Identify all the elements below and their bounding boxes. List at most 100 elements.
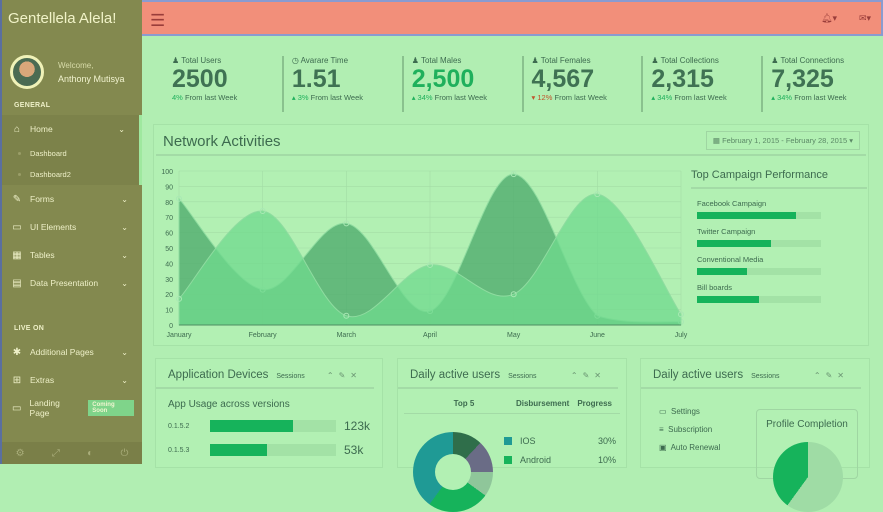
tile-footer: ▴ 34% From last Week (771, 93, 847, 102)
user-name: Anthony Mutisya (58, 73, 125, 84)
tile-footer: ▴ 34% From last Week (411, 93, 488, 102)
label: UI Elements (30, 222, 77, 232)
campaign-label: Twitter Campaign (697, 227, 756, 236)
user-icon: ♟ (531, 56, 539, 65)
tile-3: ♟ Total Females 4,567 ▾ 12% From last We… (524, 56, 644, 112)
tile-2: ♟ Total Males 2,500 ▴ 34% From last Week (404, 56, 524, 112)
panel-title: Network Activities (163, 133, 281, 150)
menu-toggle-icon[interactable]: ☰ (150, 11, 165, 31)
campaign-progress (697, 240, 821, 247)
campaign-label: Bill boards (697, 283, 733, 292)
x-tick-label: January (167, 332, 192, 339)
usage-bar (210, 420, 336, 432)
fullscreen-icon[interactable]: ⤢ (52, 448, 60, 459)
x-tick-label: April (423, 332, 437, 339)
y-tick-label: 10 (165, 308, 173, 315)
sidebar-item-dashboard[interactable]: Dashboard (2, 143, 142, 164)
sidebar-item-additional-pages[interactable]: ✱ Additional Pages ⌄ (2, 338, 142, 366)
sidebar: Gentellela Alela! Welcome, Anthony Mutisy… (0, 0, 142, 464)
bell-icon[interactable]: 🔔︎▾ (821, 13, 837, 24)
sidebar-item-data-presentation[interactable]: ▤ Data Presentation ⌄ (2, 269, 142, 297)
label: Data Presentation (30, 278, 99, 288)
gear-icon[interactable]: ⚙ (16, 448, 25, 459)
label: Extras (30, 375, 55, 385)
item-icon: ▭ (659, 407, 667, 416)
panel-subtitle: Sessions (276, 373, 305, 380)
date-range-picker[interactable]: ▦ February 1, 2015 - February 28, 2015 ▾ (705, 131, 860, 150)
home-icon: ⌂ (13, 123, 21, 135)
avatar (10, 55, 44, 89)
label: Landing Page (29, 398, 60, 418)
panel-tools[interactable]: ⌃✎✕ (814, 371, 849, 380)
x-tick-label: March (337, 332, 357, 339)
y-tick-label: 20 (165, 292, 173, 299)
chevron-down-icon: ⌄ (121, 194, 128, 204)
power-icon[interactable]: ⏻ (120, 448, 128, 459)
calendar-icon: ▦ (712, 136, 723, 145)
sidebar-item-ui-elements[interactable]: ▭ UI Elements ⌄ (2, 213, 142, 241)
panel-tools[interactable]: ⌃✎✕ (327, 371, 362, 380)
x-tick-label: June (590, 332, 605, 339)
profile-completion-title: Profile Completion (766, 419, 848, 430)
sidebar-item-tables[interactable]: ▦ Tables ⌄ (2, 241, 142, 269)
device-label: Android (520, 454, 552, 465)
col-header: Disbursement (515, 399, 570, 408)
tile-value: 4,567 (531, 65, 595, 93)
panel-subtitle: Sessions (751, 373, 780, 380)
sidebar-item-landing-page[interactable]: ▭ Landing Page Coming Soon (2, 394, 142, 422)
campaign-item: Facebook Campaign (697, 199, 867, 219)
menu-item[interactable]: ≡ Subscription (659, 425, 720, 443)
tile-footer: ▾ 12% From last Week (531, 93, 607, 102)
welcome-text: Welcome, (58, 60, 94, 70)
daily-active-users-panel-2: Daily active users Sessions ⌃✎✕ ▭ Settings… (640, 358, 870, 512)
y-tick-label: 50 (165, 246, 173, 253)
section-live-on: LIVE ON (14, 325, 45, 332)
sidebar-item-dashboard2[interactable]: Dashboard2 (2, 164, 142, 185)
bug-icon: ✱ (12, 346, 22, 358)
tile-value: 2,315 (651, 65, 714, 93)
brand-title[interactable]: Gentellela Alela! (2, 0, 142, 36)
tile-footer: ▴ 34% From last Week (651, 93, 727, 102)
table-icon: ▦ (12, 249, 22, 261)
panel-tools[interactable]: ⌃✎✕ (571, 371, 606, 380)
campaign-label: Facebook Campaign (697, 199, 767, 208)
envelope-icon[interactable]: ✉▾ (859, 13, 871, 24)
tile-1: ◷ Avarare Time 1.51 ▴ 3% From last Week (284, 56, 404, 112)
sidebar-item-forms[interactable]: ✎ Forms ⌄ (2, 185, 142, 213)
network-chart: 0 10 20 30 40 50 60 70 80 90 100 January February Mar… (161, 169, 688, 339)
clock-icon: ◷ (291, 56, 299, 65)
tile-label: ◷ Avarare Time (291, 56, 349, 65)
usage-count: 53k (344, 443, 364, 457)
tile-stats: ♟ Total Users 2500 4% From last Week ◷ Av… (142, 36, 883, 122)
campaign-progress (697, 296, 821, 303)
eye-slash-icon[interactable]: ◐ (87, 448, 93, 459)
tile-label: ♟ Total Users (172, 56, 222, 65)
y-tick-label: 60 (165, 231, 173, 238)
tile-value: 2,500 (411, 65, 475, 93)
usage-count: 123k (343, 419, 371, 433)
sidebar-footer: ⚙ ⤢ ◐ ⏻ (2, 442, 142, 464)
edit-icon: ✎ (12, 193, 22, 205)
campaign-progress (697, 212, 821, 219)
menu-item[interactable]: ▣ Auto Renewal (659, 443, 720, 461)
usage-bar (210, 444, 336, 456)
windows-icon: ⊞ (12, 374, 22, 386)
chart-icon: ▤ (12, 277, 22, 289)
section-general: GENERAL (14, 102, 51, 109)
campaign-progress (697, 268, 821, 275)
label: Additional Pages (30, 347, 94, 357)
sidebar-item-extras[interactable]: ⊞ Extras ⌄ (2, 366, 142, 394)
item-icon: ≡ (659, 425, 664, 434)
tile-value: 2500 (172, 65, 228, 93)
x-tick-label: July (675, 332, 688, 339)
sidebar-item-home[interactable]: ⌂ Home ⌄ (2, 115, 142, 143)
tile-label: ♟ Total Connections (771, 56, 845, 65)
chevron-down-icon: ⌄ (118, 124, 125, 134)
version: 0.1.5.2 (168, 422, 190, 430)
campaign-label: Conventional Media (697, 255, 764, 264)
daily-active-users-panel: Daily active users Sessions ⌃✎✕ Top 5 Disbu… (397, 358, 627, 512)
top-nav: ☰ 🔔︎▾ ✉▾ (142, 0, 883, 36)
user-icon: ♟ (771, 56, 779, 65)
menu-item[interactable]: ▭ Settings (659, 407, 720, 425)
tile-value: 7,325 (771, 65, 834, 93)
